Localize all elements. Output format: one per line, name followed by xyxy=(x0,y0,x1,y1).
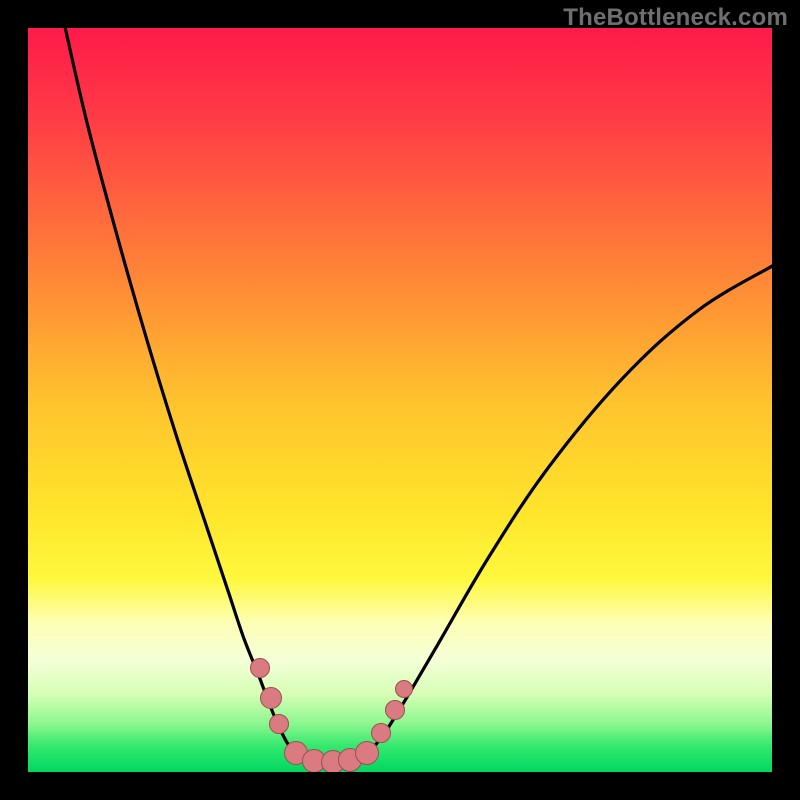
curve-marker xyxy=(269,714,289,734)
curve-marker xyxy=(395,680,413,698)
chart-frame: TheBottleneck.com xyxy=(0,0,800,800)
curve-marker xyxy=(385,700,405,720)
curve-marker xyxy=(355,741,379,765)
curve-marker xyxy=(250,658,270,678)
bottleneck-curve xyxy=(28,28,772,772)
watermark-text: TheBottleneck.com xyxy=(563,4,788,32)
curve-marker xyxy=(260,687,282,709)
curve-marker xyxy=(371,723,391,743)
plot-area xyxy=(28,28,772,772)
